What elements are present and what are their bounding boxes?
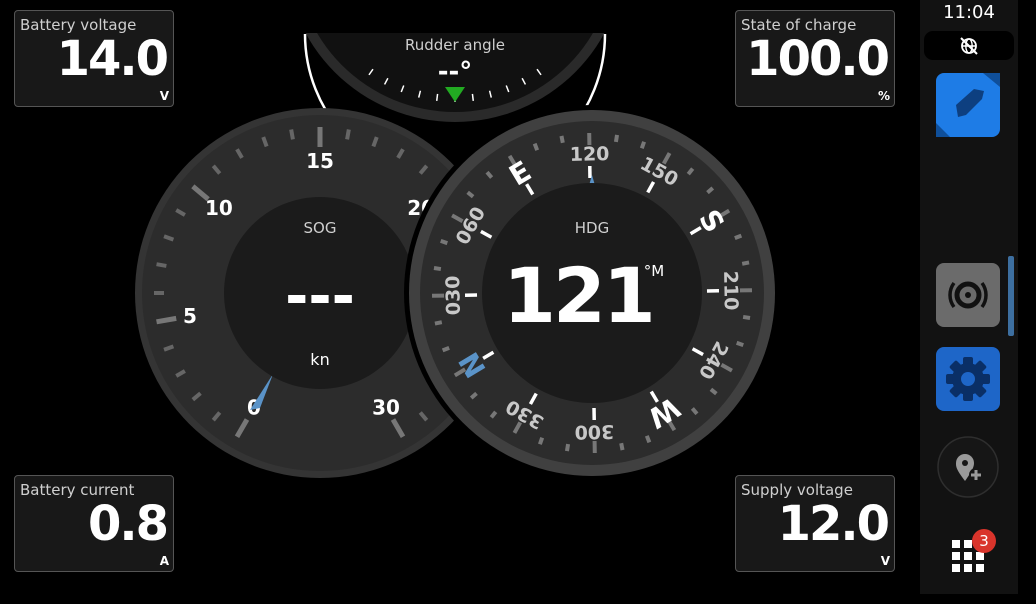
hdg-outer-tick	[440, 239, 448, 246]
sog-label: SOG	[304, 219, 337, 237]
add-waypoint-button[interactable]	[936, 435, 1000, 499]
sonar-button[interactable]	[936, 263, 1000, 327]
grid-dot	[952, 540, 960, 548]
sonar-icon	[948, 281, 988, 309]
hdg-degree-label: 030	[442, 275, 465, 315]
battery-current-tile[interactable]: Battery current 0.8 A	[14, 475, 174, 572]
rudder-tick	[471, 93, 475, 101]
hdg-outer-tick	[538, 437, 545, 445]
top-mask	[290, 0, 620, 33]
gear-hole	[961, 372, 975, 386]
settings-button[interactable]	[936, 347, 1000, 411]
sog-tick	[156, 315, 177, 325]
hdg-outer-tick	[742, 314, 751, 321]
apps-grid-icon	[952, 540, 984, 572]
instrument-dashboard: Rudder angle--°051015202530SOG---knNESW0…	[0, 0, 920, 604]
sog-tick	[289, 129, 295, 140]
grid-dot	[976, 552, 984, 560]
grid-dot	[964, 540, 972, 548]
state-of-charge-tile[interactable]: State of charge 100.0 %	[735, 10, 895, 107]
sog-tick-label: 10	[205, 196, 233, 220]
hdg-degree-label: 120	[570, 143, 610, 166]
hdg-outer-tick	[433, 265, 442, 272]
sog-tick-label: 15	[306, 149, 334, 173]
network-off-icon	[960, 37, 978, 55]
network-status[interactable]	[924, 31, 1014, 60]
hdg-outer-tick	[736, 340, 744, 347]
hdg-outer-tick	[644, 435, 652, 444]
sog-tick	[345, 129, 351, 140]
battery-current-unit: A	[159, 554, 169, 568]
clock: 11:04	[943, 2, 995, 23]
grid-dot	[952, 552, 960, 560]
hdg-degree-label: 300	[574, 420, 614, 443]
grid-dot	[976, 564, 984, 572]
hdg-label: HDG	[575, 219, 609, 237]
hdg-unit: °M	[644, 262, 664, 280]
grid-dot	[964, 564, 972, 572]
sog-tick-label: 5	[183, 304, 197, 328]
sog-value: ---	[285, 264, 355, 329]
hdg-outer-tick	[532, 142, 540, 151]
apps-button[interactable]	[936, 520, 1000, 584]
rudder-tick	[435, 93, 439, 101]
battery-voltage-tile[interactable]: Battery voltage 14.0 V	[14, 10, 174, 107]
boat-icon	[936, 73, 1000, 137]
state-of-charge-value: 100.0	[746, 31, 890, 87]
hdg-outer-tick	[613, 134, 620, 143]
grid-dot	[952, 564, 960, 572]
hdg-value: 121	[503, 251, 653, 340]
battery-current-value: 0.8	[87, 496, 169, 552]
battery-voltage-value: 14.0	[56, 31, 169, 87]
sog-tick-label: 30	[372, 395, 400, 419]
boat-button[interactable]	[936, 73, 1000, 137]
sog-unit: kn	[310, 350, 329, 369]
hdg-outer-tick	[564, 443, 571, 452]
add-waypoint-icon	[937, 436, 999, 498]
hdg-degree-label: 210	[719, 271, 742, 311]
hdg-outer-tick	[559, 135, 565, 144]
sidebar: 11:04	[920, 0, 1018, 594]
hdg-outer-tick	[734, 233, 743, 241]
sidebar-scrollbar[interactable]	[1008, 256, 1014, 336]
supply-voltage-value: 12.0	[777, 496, 890, 552]
hdg-outer-tick	[434, 320, 443, 326]
sog-tick	[156, 262, 167, 268]
supply-voltage-tile[interactable]: Supply voltage 12.0 V	[735, 475, 895, 572]
hdg-outer-tick	[619, 442, 625, 451]
battery-voltage-unit: V	[159, 89, 169, 103]
hdg-outer-tick	[741, 260, 750, 266]
hdg-outer-tick	[639, 141, 646, 149]
settings-gear-icon	[946, 357, 990, 401]
supply-voltage-unit: V	[880, 554, 890, 568]
rudder-value: --°	[438, 57, 473, 87]
hdg-outer-tick	[441, 345, 450, 353]
notification-badge: 3	[972, 529, 996, 553]
rudder-label: Rudder angle	[405, 36, 505, 54]
state-of-charge-unit: %	[877, 89, 890, 103]
grid-dot	[964, 552, 972, 560]
